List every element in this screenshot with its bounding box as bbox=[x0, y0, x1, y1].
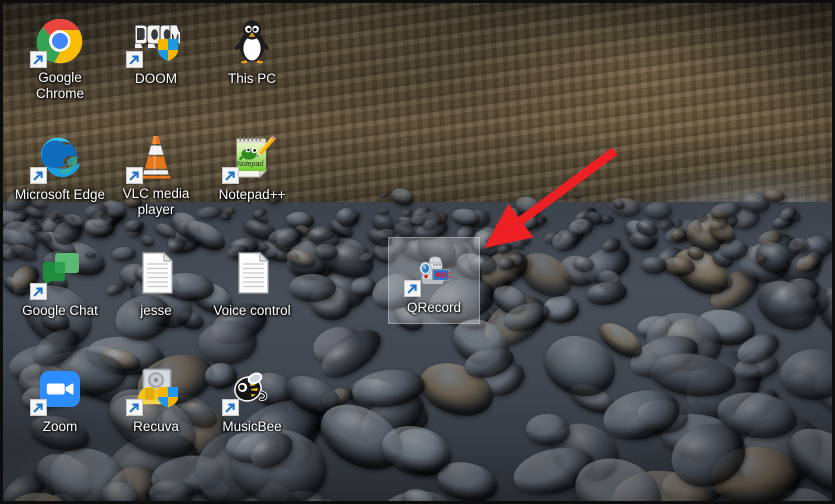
camcorder-rec-icon: REC bbox=[404, 246, 458, 297]
text-document-icon bbox=[228, 249, 276, 297]
recuva-icon bbox=[126, 365, 180, 416]
desktop-icon-google-chat[interactable]: Google Chat bbox=[12, 245, 108, 320]
desktop-icon-label: MusicBee bbox=[222, 419, 282, 434]
desktop-icon-zoom[interactable]: Zoom bbox=[12, 361, 108, 436]
penguin-icon bbox=[228, 17, 276, 65]
desktop-icon-label: QRecord bbox=[406, 300, 462, 315]
shortcut-overlay-icon bbox=[30, 51, 47, 68]
doom-icon bbox=[126, 17, 182, 68]
desktop-icon-label: Google Chrome bbox=[35, 70, 84, 101]
desktop-icon-doom[interactable]: DOOM bbox=[108, 13, 204, 88]
notepadpp-icon: Notepad bbox=[222, 133, 277, 184]
desktop-icon-this-pc[interactable]: This PC bbox=[204, 13, 300, 88]
desktop-icon-label: Google Chat bbox=[22, 303, 98, 318]
desktop-icon-label: Microsoft Edge bbox=[14, 187, 106, 202]
text-document-icon bbox=[132, 249, 180, 297]
shortcut-overlay-icon bbox=[222, 167, 239, 184]
zoom-icon bbox=[30, 365, 84, 416]
shortcut-overlay-icon bbox=[126, 167, 143, 184]
desktop-icon-label: Notepad++ bbox=[218, 187, 286, 202]
desktop-icon-notepad-plus[interactable]: Notepad Notepad++ bbox=[204, 129, 300, 204]
desktop-icon-vlc-media-player[interactable]: VLC media player bbox=[108, 129, 204, 219]
desktop-icon-label: DOOM bbox=[135, 71, 177, 86]
desktop-icon-label: Voice control bbox=[213, 303, 291, 318]
desktop-icon-label: jesse bbox=[140, 303, 172, 318]
desktop-icon-label: VLC media player bbox=[122, 186, 190, 217]
windows-desktop[interactable]: Google Chrome DOOM This PC Microsoft Edg… bbox=[0, 0, 835, 504]
desktop-icon-google-chrome[interactable]: Google Chrome bbox=[12, 13, 108, 103]
shortcut-overlay-icon bbox=[404, 280, 421, 297]
desktop-icon-recuva[interactable]: Recuva bbox=[108, 361, 204, 436]
musicbee-icon bbox=[222, 365, 276, 416]
svg-text:REC: REC bbox=[437, 273, 452, 280]
shortcut-overlay-icon bbox=[30, 167, 47, 184]
vlc-cone-icon bbox=[126, 133, 180, 184]
chrome-icon bbox=[30, 17, 84, 68]
svg-text:Notepad: Notepad bbox=[237, 161, 265, 168]
desktop-icon-label: This PC bbox=[227, 71, 276, 86]
shortcut-overlay-icon bbox=[222, 399, 239, 416]
shortcut-overlay-icon bbox=[126, 399, 143, 416]
google-chat-icon bbox=[30, 249, 84, 300]
shortcut-overlay-icon bbox=[30, 399, 47, 416]
shortcut-overlay-icon bbox=[30, 283, 47, 300]
desktop-icon-microsoft-edge[interactable]: Microsoft Edge bbox=[12, 129, 108, 204]
desktop-icon-label: Zoom bbox=[42, 419, 78, 434]
desktop-icon-musicbee[interactable]: MusicBee bbox=[204, 361, 300, 436]
desktop-icon-jesse[interactable]: jesse bbox=[108, 245, 204, 320]
edge-icon bbox=[30, 133, 84, 184]
desktop-icon-label: Recuva bbox=[133, 419, 179, 434]
desktop-icon-voice-control[interactable]: Voice control bbox=[204, 245, 300, 320]
desktop-icon-qrecord[interactable]: REC QRecord bbox=[388, 237, 480, 324]
shortcut-overlay-icon bbox=[126, 51, 143, 68]
